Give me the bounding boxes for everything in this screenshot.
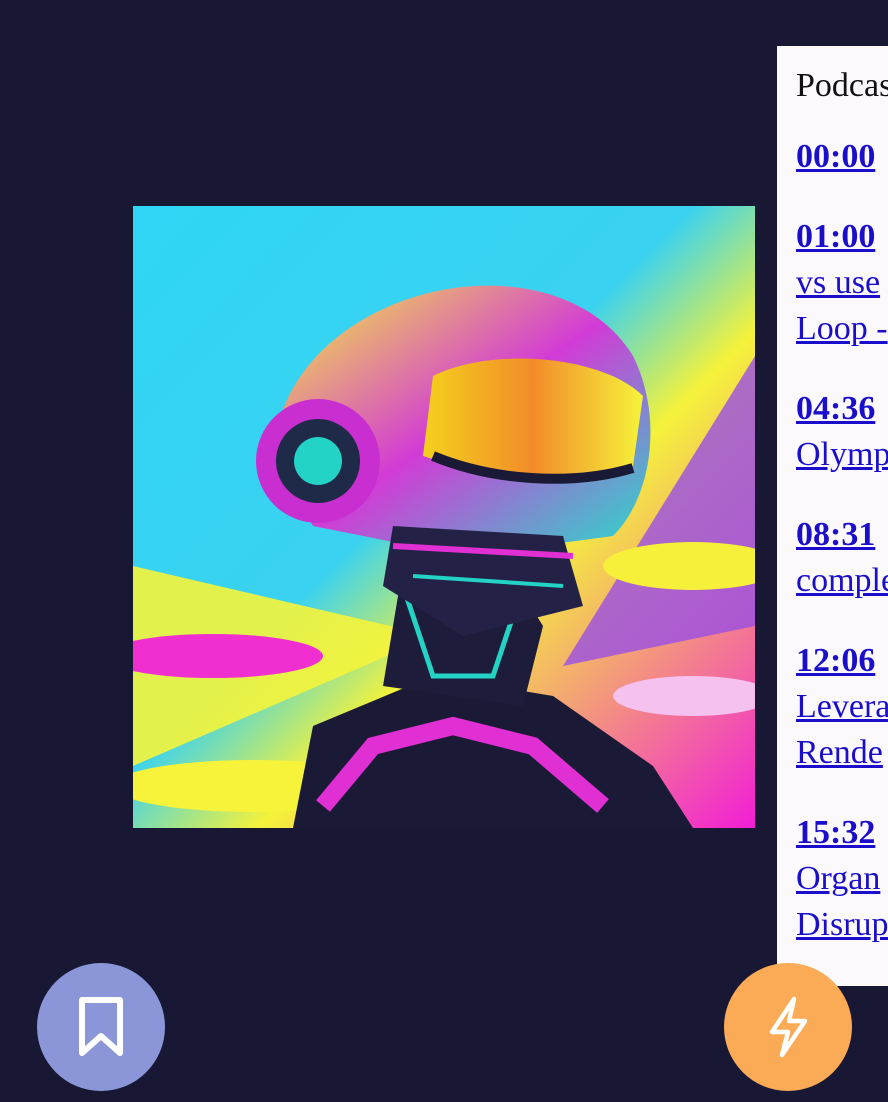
- chapter-timestamp-link[interactable]: 12:06: [796, 638, 888, 684]
- chapter-item: 00:00: [796, 134, 888, 180]
- panel-title: Podcas: [796, 67, 888, 104]
- chapter-item: 01:00 vs use Loop -: [796, 214, 888, 352]
- bookmark-button[interactable]: [37, 963, 165, 1091]
- chapters-panel: Podcas 00:00 01:00 vs use Loop - 04:36 O…: [777, 46, 888, 986]
- chapter-title-link[interactable]: Disrup: [796, 902, 888, 948]
- chapter-timestamp-link[interactable]: 01:00: [796, 214, 888, 260]
- lightning-bolt-icon: [769, 996, 808, 1058]
- chapter-title-link[interactable]: Rende: [796, 730, 888, 776]
- chapter-item: 15:32 Organ Disrup: [796, 810, 888, 948]
- lightning-action-button[interactable]: [724, 963, 852, 1091]
- chapter-item: 08:31 comple: [796, 512, 888, 604]
- chapter-item: 12:06 Levera Rende: [796, 638, 888, 776]
- chapters-list: Podcas 00:00 01:00 vs use Loop - 04:36 O…: [796, 66, 888, 982]
- chapter-title-link[interactable]: Levera: [796, 684, 888, 730]
- podcast-cover-art: [133, 206, 755, 828]
- chapter-timestamp-link[interactable]: 15:32: [796, 810, 888, 856]
- bookmark-icon: [79, 997, 123, 1056]
- chapter-title-link[interactable]: comple: [796, 558, 888, 604]
- chapter-timestamp-link[interactable]: 08:31: [796, 512, 888, 558]
- app-stage: Podcas 00:00 01:00 vs use Loop - 04:36 O…: [0, 0, 888, 1102]
- chapter-item: 04:36 Olymp: [796, 386, 888, 478]
- chapter-title-link[interactable]: Olymp: [796, 432, 888, 478]
- chapter-title-link[interactable]: vs use: [796, 260, 888, 306]
- robot-illustration: [133, 206, 755, 828]
- chapter-timestamp-link[interactable]: 04:36: [796, 386, 888, 432]
- chapter-title-link[interactable]: Organ: [796, 856, 888, 902]
- chapter-title-link[interactable]: Loop -: [796, 306, 888, 352]
- chapter-timestamp-link[interactable]: 00:00: [796, 134, 888, 180]
